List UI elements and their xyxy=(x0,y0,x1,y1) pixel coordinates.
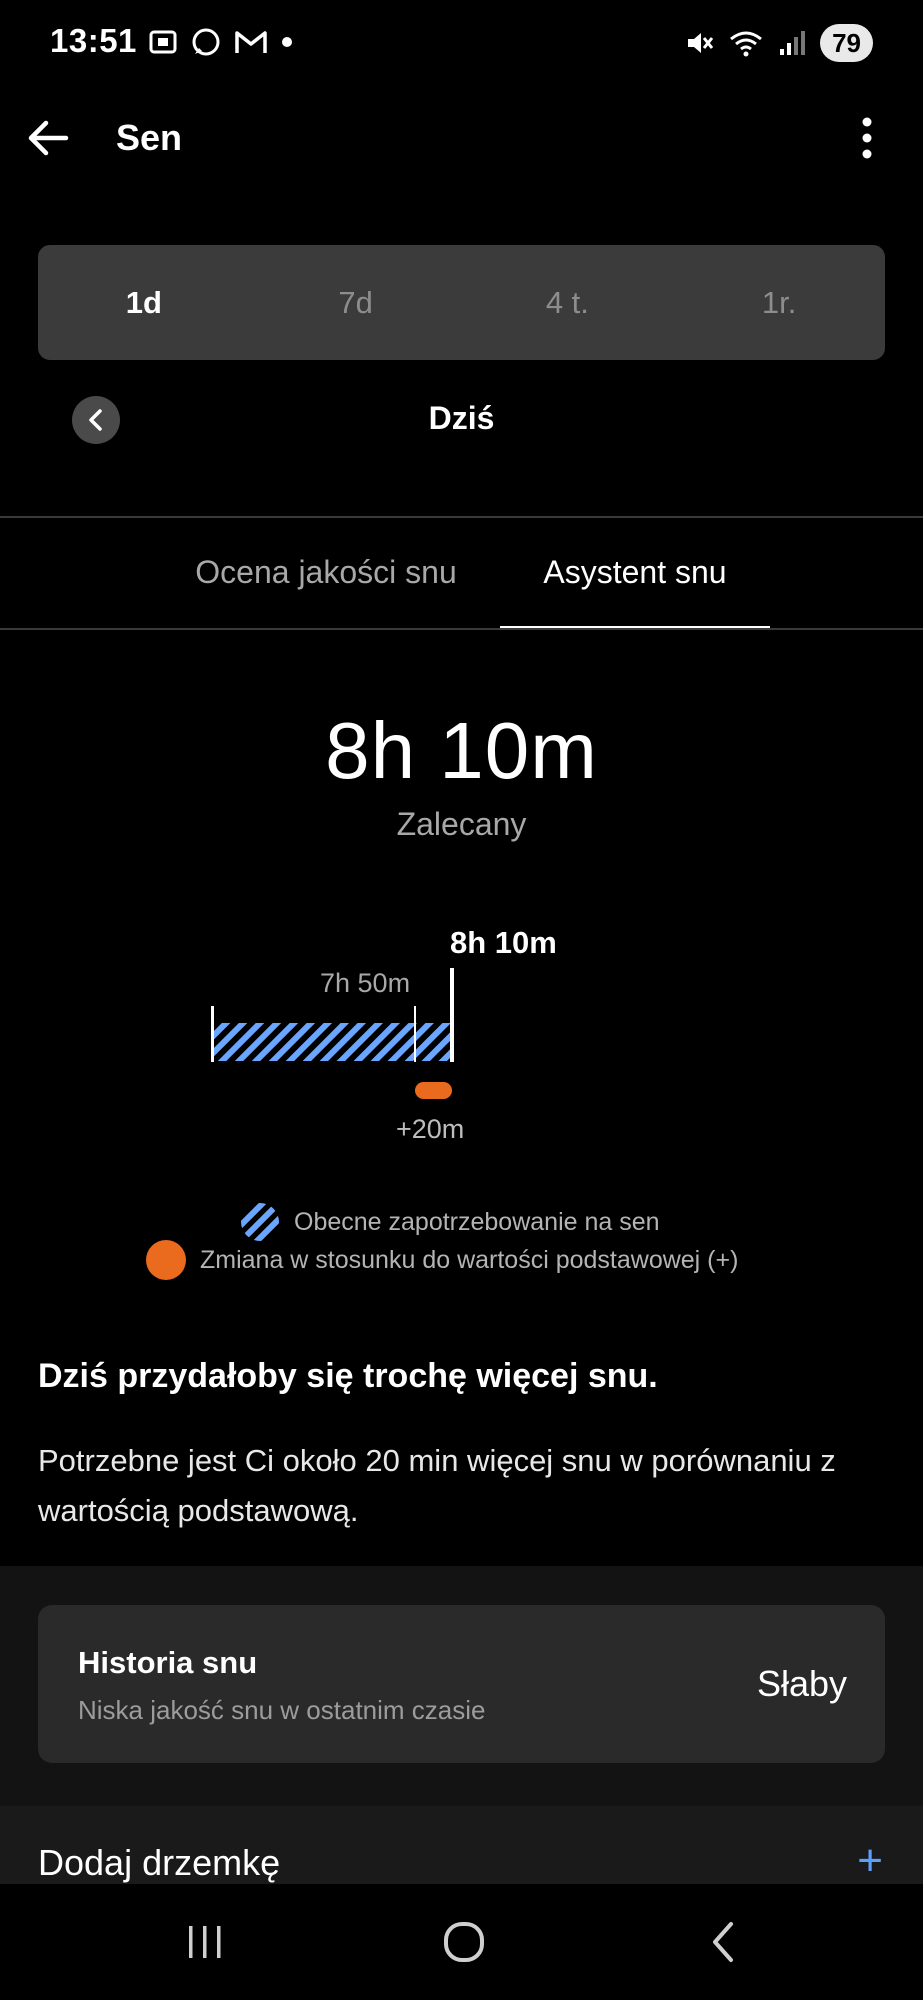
arrow-left-icon xyxy=(28,120,69,156)
hatch-legend-icon xyxy=(241,1203,279,1241)
more-vertical-icon xyxy=(862,117,872,159)
more-options-button[interactable] xyxy=(839,110,895,166)
period-option-7d[interactable]: 7d xyxy=(250,285,462,321)
divider xyxy=(0,628,923,630)
tab-sleep-assistant[interactable]: Asystent snu xyxy=(500,554,770,591)
graph-target-label: 8h 10m xyxy=(450,925,557,960)
legend-current-need-label: Obecne zapotrzebowanie na sen xyxy=(294,1207,660,1236)
bar-target-tick xyxy=(450,968,454,1062)
orange-dot-icon xyxy=(146,1240,186,1280)
previous-date-button[interactable] xyxy=(72,396,120,444)
period-option-1d[interactable]: 1d xyxy=(38,285,250,321)
recents-icon xyxy=(189,1926,221,1958)
sleep-history-title: Historia snu xyxy=(78,1645,258,1680)
advice-title: Dziś przydałoby się trochę więcej snu. xyxy=(38,1357,658,1395)
status-time: 13:51 xyxy=(50,22,137,59)
tab-sleep-quality[interactable]: Ocena jakości snu xyxy=(150,554,502,591)
sleep-history-subtitle: Niska jakość snu w ostatnim czasie xyxy=(78,1695,486,1725)
chevron-left-icon xyxy=(89,409,102,431)
sleep-need-graph xyxy=(211,968,454,1099)
battery-indicator: 79 xyxy=(820,24,873,62)
period-option-4t[interactable]: 4 t. xyxy=(462,285,674,321)
notification-dot-icon xyxy=(282,37,292,47)
back-button[interactable] xyxy=(20,110,76,166)
signal-icon xyxy=(780,31,806,55)
legend-current-need: Obecne zapotrzebowanie na sen xyxy=(240,1202,660,1242)
wifi-icon xyxy=(730,31,763,57)
add-nap-label: Dodaj drzemkę xyxy=(38,1842,281,1883)
period-selector: 1d 7d 4 t. 1r. xyxy=(38,245,885,360)
legend-change-label: Zmiana w stosunku do wartości podstawowe… xyxy=(200,1245,739,1274)
status-system-icons: 79 xyxy=(684,24,873,62)
recommended-sleep-value: 8h 10m xyxy=(325,706,598,795)
bar-start-tick xyxy=(211,1006,214,1062)
plus-icon[interactable]: + xyxy=(857,1836,883,1886)
period-option-1r[interactable]: 1r. xyxy=(673,285,885,321)
status-notification-icons xyxy=(148,26,294,58)
system-back-button[interactable] xyxy=(693,1912,753,1972)
screenshot-icon xyxy=(149,30,177,54)
chevron-left-icon xyxy=(713,1922,733,1962)
home-button[interactable] xyxy=(434,1912,494,1972)
divider xyxy=(0,516,923,518)
advice-body: Potrzebne jest Ci około 20 min więcej sn… xyxy=(38,1443,836,1528)
legend-change: Zmiana w stosunku do wartości podstawowe… xyxy=(146,1240,738,1280)
mute-icon xyxy=(688,33,714,53)
messenger-icon xyxy=(192,28,220,56)
sleep-history-value: Słaby xyxy=(756,1663,847,1704)
home-icon xyxy=(444,1922,484,1962)
date-label: Dziś xyxy=(428,400,495,436)
change-marker xyxy=(415,1082,452,1099)
recents-button[interactable] xyxy=(175,1912,235,1972)
recommended-sleep-label: Zalecany xyxy=(396,806,527,842)
gmail-icon xyxy=(235,31,267,53)
bar-current-tick xyxy=(414,1006,416,1062)
graph-delta-label: +20m xyxy=(396,1114,465,1144)
page-title: Sen xyxy=(116,117,183,158)
